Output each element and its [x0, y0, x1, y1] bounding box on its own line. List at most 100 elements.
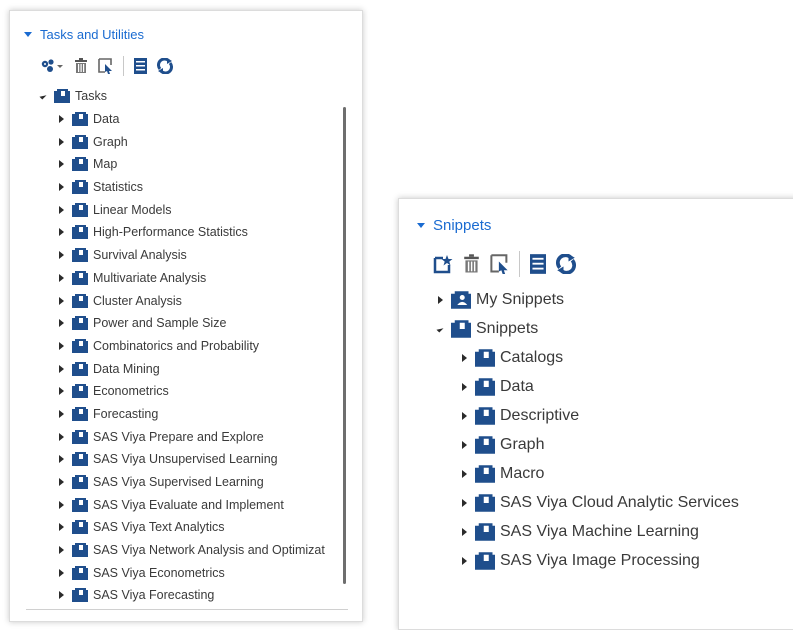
expand-icon[interactable] [459, 411, 469, 420]
collapse-caret-icon[interactable] [24, 32, 32, 37]
tree-node[interactable]: High-Performance Statistics [38, 221, 325, 244]
tree-node[interactable]: SAS Viya Econometrics [38, 561, 325, 584]
delete-button[interactable] [74, 58, 88, 74]
expand-icon[interactable] [56, 568, 66, 577]
view-button[interactable] [530, 254, 546, 274]
tasks-utilities-header[interactable]: Tasks and Utilities [24, 27, 144, 42]
properties-button[interactable] [490, 254, 509, 274]
tree-node[interactable]: Data Mining [38, 357, 325, 380]
expand-icon[interactable] [56, 251, 66, 260]
expand-icon[interactable] [56, 523, 66, 532]
tree-node[interactable]: Forecasting [38, 403, 325, 426]
tree-node[interactable]: Survival Analysis [38, 244, 325, 267]
tree-node[interactable]: Multivariate Analysis [38, 267, 325, 290]
expand-icon[interactable] [56, 546, 66, 555]
tree-node[interactable]: Descriptive [435, 401, 739, 430]
tree-node-label: Linear Models [93, 202, 172, 217]
tree-node[interactable]: SAS Viya Cloud Analytic Services [435, 488, 739, 517]
tree-node[interactable]: Power and Sample Size [38, 312, 325, 335]
expand-icon[interactable] [459, 556, 469, 565]
expand-icon[interactable] [56, 387, 66, 396]
tree-node[interactable]: Statistics [38, 176, 325, 199]
collapse-icon[interactable] [38, 92, 48, 100]
folder-icon [475, 493, 495, 512]
tree-node[interactable]: Graph [435, 430, 739, 459]
expand-icon[interactable] [56, 409, 66, 418]
expand-icon[interactable] [459, 440, 469, 449]
collapse-icon[interactable] [435, 324, 445, 333]
tree-node[interactable]: Data [38, 108, 325, 131]
expand-icon[interactable] [56, 273, 66, 282]
tree-node[interactable]: SAS Viya Evaluate and Implement [38, 493, 325, 516]
tree-node[interactable]: Data [435, 372, 739, 401]
expand-icon[interactable] [56, 205, 66, 214]
delete-button[interactable] [463, 254, 480, 274]
expand-icon[interactable] [459, 527, 469, 536]
tree-node[interactable]: SAS Viya Forecasting [38, 584, 325, 607]
refresh-button[interactable] [157, 58, 173, 74]
expand-icon[interactable] [56, 183, 66, 192]
expand-icon[interactable] [56, 137, 66, 146]
tree-node[interactable]: Macro [435, 459, 739, 488]
tree-node[interactable]: SAS Viya Prepare and Explore [38, 425, 325, 448]
refresh-icon [556, 254, 576, 274]
tree-node-label: Graph [93, 134, 128, 149]
user-folder-icon [451, 290, 471, 309]
tree-node[interactable]: SAS Viya Unsupervised Learning [38, 448, 325, 471]
expand-icon[interactable] [56, 591, 66, 600]
properties-button[interactable] [98, 58, 113, 74]
folder-icon [72, 225, 88, 240]
view-button[interactable] [134, 58, 147, 74]
expand-icon[interactable] [459, 353, 469, 362]
expand-icon[interactable] [56, 160, 66, 169]
tree-node-tasks[interactable]: Tasks [38, 85, 325, 108]
vertical-scrollbar[interactable] [343, 107, 346, 584]
tree-node[interactable]: Combinatorics and Probability [38, 335, 325, 358]
tree-node-label: Forecasting [93, 406, 159, 421]
tree-node[interactable]: Graph [38, 130, 325, 153]
tree-node-label: SAS Viya Text Analytics [93, 520, 225, 535]
tree-node[interactable]: SAS Viya Text Analytics [38, 516, 325, 539]
expand-icon[interactable] [56, 228, 66, 237]
folder-icon [72, 588, 88, 603]
collapse-caret-icon[interactable] [417, 223, 425, 228]
refresh-icon [157, 58, 173, 74]
expand-icon[interactable] [56, 115, 66, 124]
expand-icon[interactable] [56, 341, 66, 350]
tree-node-my-snippets[interactable]: My Snippets [435, 285, 739, 314]
tree-node[interactable]: SAS Viya Image Processing [435, 546, 739, 575]
tree-node-label: My Snippets [476, 290, 565, 308]
expand-icon[interactable] [56, 364, 66, 373]
tree-node[interactable]: SAS Viya Machine Learning [435, 517, 739, 546]
tree-node[interactable]: SAS Viya Network Analysis and Optimizat [38, 539, 325, 562]
expand-icon[interactable] [56, 478, 66, 487]
expand-icon[interactable] [56, 455, 66, 464]
snippets-title: Snippets [433, 217, 492, 234]
tasks-menu-button[interactable] [40, 58, 64, 74]
tree-node[interactable]: Catalogs [435, 343, 739, 372]
expand-icon[interactable] [435, 295, 445, 304]
tree-node-label: Graph [500, 435, 545, 453]
tree-node[interactable]: Cluster Analysis [38, 289, 325, 312]
expand-icon[interactable] [56, 432, 66, 441]
tree-node-label: SAS Viya Machine Learning [500, 522, 699, 540]
expand-icon[interactable] [56, 319, 66, 328]
folder-icon [72, 565, 88, 580]
tree-node-label: Data [500, 377, 534, 395]
expand-icon[interactable] [459, 498, 469, 507]
tree-node[interactable]: SAS Viya Supervised Learning [38, 471, 325, 494]
tree-node-label: SAS Viya Unsupervised Learning [93, 452, 278, 467]
expand-icon[interactable] [56, 500, 66, 509]
expand-icon[interactable] [56, 296, 66, 305]
refresh-button[interactable] [556, 254, 576, 274]
tree-node-label: SAS Viya Image Processing [500, 551, 700, 569]
expand-icon[interactable] [459, 382, 469, 391]
tree-node[interactable]: Map [38, 153, 325, 176]
snippets-header[interactable]: Snippets [417, 217, 491, 234]
tree-node-snippets[interactable]: Snippets [435, 314, 739, 343]
tree-node[interactable]: Econometrics [38, 380, 325, 403]
expand-icon[interactable] [459, 469, 469, 478]
new-snippet-button[interactable] [433, 254, 453, 274]
tree-node[interactable]: Linear Models [38, 198, 325, 221]
delete-icon [75, 58, 87, 73]
